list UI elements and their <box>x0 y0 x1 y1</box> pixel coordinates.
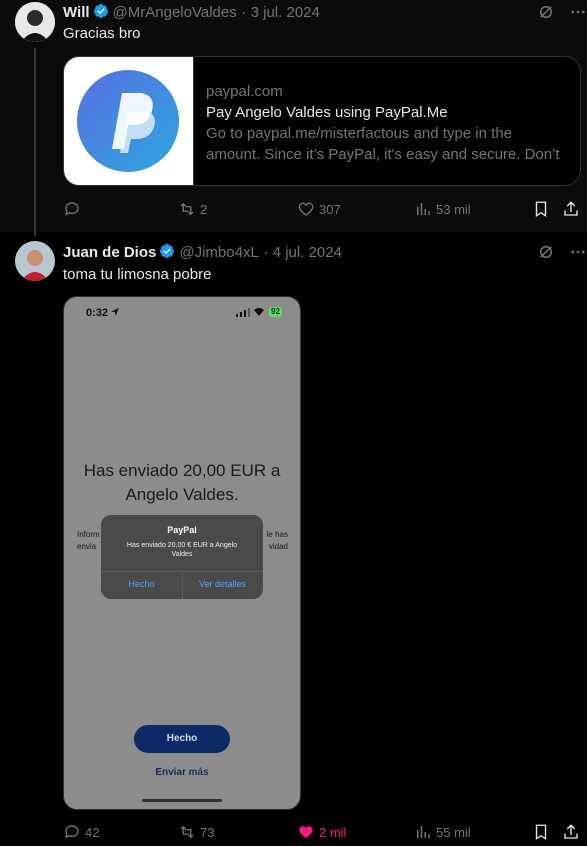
card-title: Pay Angelo Valdes using PayPal.Me <box>206 104 448 121</box>
views-chart-icon <box>417 203 430 215</box>
alert-message: Has enviado 20,00 € EUR a Angelo Valdes <box>126 542 238 558</box>
verified-badge-icon <box>160 244 175 258</box>
retweet-count: 73 <box>200 824 215 840</box>
info-text-left: Inform envia <box>77 530 100 551</box>
tweet-date[interactable]: 3 jul. 2024 <box>251 4 320 21</box>
author-handle[interactable]: @Jimbo4xL <box>179 244 258 261</box>
more-options-icon[interactable] <box>569 3 587 21</box>
paypal-logo-icon <box>77 70 179 172</box>
reply-button[interactable]: 42 <box>63 822 99 842</box>
grok-icon[interactable] <box>537 243 555 261</box>
avatar[interactable] <box>15 2 55 42</box>
retweet-count: 2 <box>200 201 208 217</box>
done-button: Hecho <box>134 725 230 753</box>
sent-confirmation: Has enviado 20,00 EUR a Angelo Valdes. <box>64 459 300 507</box>
attached-image[interactable]: 0:32 92 Has enviado 20,00 EUR a Angelo V… <box>63 296 301 810</box>
location-arrow-icon <box>111 308 119 316</box>
tweet-top-actions <box>537 243 587 261</box>
card-domain: paypal.com <box>206 83 283 100</box>
link-card[interactable]: paypal.com Pay Angelo Valdes using PayPa… <box>63 56 581 186</box>
battery-level: 92 <box>269 307 282 317</box>
share-icon <box>564 824 578 839</box>
tweet-header: Juan de Dios @Jimbo4xL · 4 jul. 2024 <box>63 243 342 262</box>
avatar-photo-icon <box>15 2 55 42</box>
bookmark-button[interactable] <box>532 822 550 842</box>
more-options-icon[interactable] <box>569 243 587 261</box>
card-image <box>64 57 194 185</box>
send-more-link: Enviar más <box>155 767 209 778</box>
verified-badge-icon <box>93 4 108 18</box>
reply-icon <box>64 202 79 216</box>
alert-title: PayPal <box>167 525 197 535</box>
thread-line <box>34 48 36 236</box>
author-name[interactable]: Will <box>63 4 90 21</box>
heart-icon <box>298 202 314 216</box>
share-button[interactable] <box>562 822 580 842</box>
like-button[interactable]: 307 <box>297 199 341 219</box>
sent-line-1: Has enviado 20,00 EUR a <box>83 461 281 480</box>
avatar[interactable] <box>15 241 55 281</box>
author-name[interactable]: Juan de Dios <box>63 244 156 261</box>
tweet-text: Gracias bro <box>63 25 141 42</box>
home-indicator <box>142 799 222 802</box>
sent-line-2: Angelo Valdes. <box>125 485 239 504</box>
views-count: 53 mil <box>436 201 471 217</box>
tweet-date[interactable]: 4 jul. 2024 <box>273 244 342 261</box>
views-count: 55 mil <box>436 824 471 840</box>
alert-details-button: Ver detalles <box>198 579 247 589</box>
like-count: 2 mil <box>319 824 347 840</box>
phone-status-bar: 0:32 92 <box>64 297 300 325</box>
author-handle[interactable]: @MrAngeloValdes <box>113 4 237 21</box>
heart-filled-icon <box>299 826 313 838</box>
like-button[interactable]: 2 mil <box>297 822 346 842</box>
views-button[interactable]: 53 mil <box>414 199 471 219</box>
info-text-right: le has vidad <box>266 530 288 551</box>
share-icon <box>564 201 578 216</box>
tweet-will: Will @MrAngeloValdes · 3 jul. 2024 Gracia… <box>0 0 587 236</box>
card-description: Go to paypal.me/misterfactous and type i… <box>206 125 560 163</box>
status-time: 0:32 <box>86 307 109 319</box>
signal-icon <box>236 308 250 317</box>
tweet-header: Will @MrAngeloValdes · 3 jul. 2024 <box>63 3 320 22</box>
retweet-button[interactable]: 2 <box>178 199 207 219</box>
bookmark-icon <box>535 201 547 218</box>
bookmark-button[interactable] <box>532 199 550 219</box>
reply-count: 42 <box>85 824 100 840</box>
reply-button[interactable] <box>63 199 85 219</box>
reply-icon <box>64 825 79 839</box>
wifi-icon <box>254 308 264 316</box>
retweet-button[interactable]: 73 <box>178 822 214 842</box>
alert-done-button: Hecho <box>128 579 155 589</box>
views-button[interactable]: 55 mil <box>414 822 471 842</box>
retweet-icon <box>180 202 194 216</box>
separator-dot: · <box>263 244 269 261</box>
share-button[interactable] <box>562 199 580 219</box>
action-bar: 2 307 53 mil <box>63 199 583 219</box>
views-chart-icon <box>417 826 430 838</box>
tweet-top-actions <box>537 3 587 21</box>
separator-dot: · <box>241 4 247 21</box>
grok-icon[interactable] <box>537 3 555 21</box>
like-count: 307 <box>319 201 341 217</box>
action-bar: 42 73 2 mil 55 mil <box>63 822 583 842</box>
bookmark-icon <box>535 824 547 841</box>
retweet-icon <box>180 825 194 839</box>
tweet-text: toma tu limosna pobre <box>63 266 212 283</box>
avatar-photo-icon <box>15 241 55 281</box>
card-body: paypal.com Pay Angelo Valdes using PayPa… <box>206 81 566 165</box>
paypal-alert-dialog: PayPal Has enviado 20,00 € EUR a Angelo … <box>101 515 263 599</box>
